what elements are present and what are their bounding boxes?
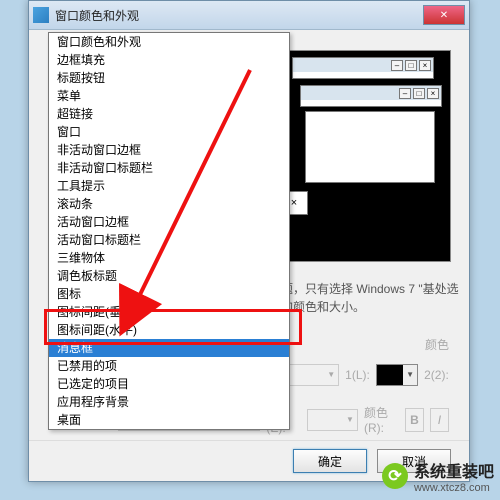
l1-label: 1(L): <box>345 368 370 382</box>
dropdown-item[interactable]: 活动窗口边框 <box>49 213 289 231</box>
close-icon: × <box>291 197 297 209</box>
preview-area: – □ × – □ × × <box>269 50 451 262</box>
dropdown-item[interactable]: 非活动窗口标题栏 <box>49 159 289 177</box>
dropdown-item[interactable]: 桌面 <box>49 411 289 429</box>
close-icon: × <box>419 60 431 71</box>
min-icon: – <box>399 88 411 99</box>
dropdown-item[interactable]: 边框填充 <box>49 51 289 69</box>
dropdown-item[interactable]: 超链接 <box>49 105 289 123</box>
ok-button[interactable]: 确定 <box>293 449 367 473</box>
close-icon: × <box>427 88 439 99</box>
color-swatch <box>377 365 403 385</box>
dropdown-item[interactable]: 图标 <box>49 285 289 303</box>
dropdown-item[interactable]: 图标间距(水平) <box>49 321 289 339</box>
item-dropdown-list[interactable]: 窗口颜色和外观边框填充标题按钮菜单超链接窗口非活动窗口边框非活动窗口标题栏工具提… <box>48 32 290 430</box>
preview-window-active: – □ × <box>300 85 442 107</box>
preview-titlebar: – □ × <box>293 58 433 72</box>
dropdown-item[interactable]: 非活动窗口边框 <box>49 141 289 159</box>
dropdown-item[interactable]: 标题按钮 <box>49 69 289 87</box>
dropdown-item[interactable]: 应用程序背景 <box>49 393 289 411</box>
bold-button: B <box>405 408 424 432</box>
dropdown-item[interactable]: 窗口 <box>49 123 289 141</box>
dropdown-item[interactable]: 消息框 <box>49 339 289 357</box>
description-text: 主题，只有选择 Windows 7 "基处选择的颜色和大小。 <box>269 280 459 316</box>
app-icon <box>33 7 49 23</box>
italic-button: I <box>430 408 449 432</box>
preview-window-inactive: – □ × <box>292 57 434 79</box>
close-button[interactable]: ✕ <box>423 5 465 25</box>
dropdown-item[interactable]: 菜单 <box>49 87 289 105</box>
color-header: 颜色 <box>425 336 449 353</box>
size1-spinner: ▼ <box>282 364 339 386</box>
preview-titlebar: – □ × <box>301 86 441 100</box>
min-icon: – <box>391 60 403 71</box>
window-controls: ✕ <box>424 5 465 25</box>
dropdown-item[interactable]: 活动窗口标题栏 <box>49 231 289 249</box>
watermark: ⟳ 系统重装吧 www.xtcz8.com <box>382 458 494 494</box>
chevron-down-icon: ▼ <box>403 365 417 385</box>
max-icon: □ <box>405 60 417 71</box>
dropdown-item[interactable]: 已选定的项目 <box>49 375 289 393</box>
dropdown-item[interactable]: 三维物体 <box>49 249 289 267</box>
color2-label: 颜色(R): <box>364 404 399 435</box>
watermark-url: www.xtcz8.com <box>414 482 494 494</box>
watermark-logo-icon: ⟳ <box>382 463 408 489</box>
dropdown-item[interactable]: 滚动条 <box>49 195 289 213</box>
dropdown-item[interactable]: 已禁用的项 <box>49 357 289 375</box>
titlebar[interactable]: 窗口颜色和外观 ✕ <box>29 1 469 30</box>
dropdown-item[interactable]: 窗口颜色和外观 <box>49 33 289 51</box>
dropdown-item[interactable]: 工具提示 <box>49 177 289 195</box>
size2-spinner: ▼ <box>307 409 358 431</box>
dropdown-item[interactable]: 图标间距(垂直) <box>49 303 289 321</box>
chevron-down-icon: ▼ <box>327 370 335 379</box>
preview-window-body <box>305 111 435 183</box>
window-title: 窗口颜色和外观 <box>55 7 424 24</box>
l2-label: 2(2): <box>424 368 449 382</box>
dropdown-item[interactable]: 调色板标题 <box>49 267 289 285</box>
watermark-brand: 系统重装吧 <box>414 464 494 481</box>
max-icon: □ <box>413 88 425 99</box>
chevron-down-icon: ▼ <box>346 415 354 424</box>
color1-picker[interactable]: ▼ <box>376 364 418 386</box>
